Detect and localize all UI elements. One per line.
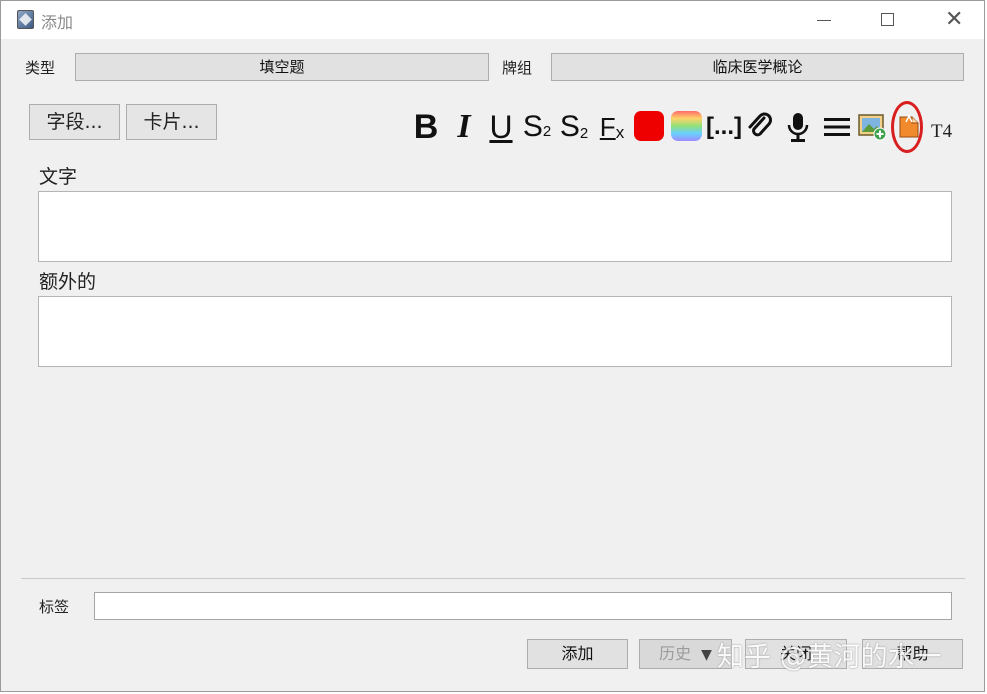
superscript-button[interactable]: S2	[520, 107, 554, 147]
change-color-button[interactable]	[671, 111, 702, 141]
deck-button[interactable]: 临床医学概论	[551, 53, 964, 81]
menu-icon[interactable]	[819, 107, 855, 147]
app-icon	[17, 10, 34, 29]
clear-format-mark: x	[615, 123, 625, 142]
cloze-button[interactable]: [...]	[706, 107, 742, 147]
field-editor-extra[interactable]	[38, 296, 952, 367]
text-color-button[interactable]	[634, 111, 664, 141]
italic-button[interactable]: I	[451, 107, 477, 147]
superscript-mark: 2	[542, 122, 552, 140]
minimize-button[interactable]	[801, 5, 847, 35]
add-dialog: 添加 ✕ 类型 填空题 牌组 临床医学概论 字段... 卡片... B I U …	[0, 0, 985, 692]
underline-button[interactable]: U	[485, 107, 517, 147]
field-editor-text[interactable]	[38, 191, 952, 262]
minimize-icon	[817, 20, 831, 21]
tags-input[interactable]	[94, 592, 952, 620]
maximize-button[interactable]	[865, 5, 911, 35]
superscript-letter: S	[522, 110, 543, 143]
subscript-button[interactable]: S2	[556, 107, 592, 147]
field-label-text: 文字	[39, 166, 78, 188]
deck-label: 牌组	[502, 59, 533, 77]
history-label: 历史	[659, 644, 692, 663]
t4-label: T4	[931, 121, 953, 142]
divider	[21, 578, 965, 579]
close-icon: ✕	[945, 7, 964, 32]
watermark: 知乎 @黄河的水一	[717, 642, 942, 673]
window-title: 添加	[41, 13, 74, 32]
field-label-extra: 额外的	[39, 271, 97, 293]
fields-button[interactable]: 字段...	[29, 104, 120, 140]
note-type-button[interactable]: 填空题	[75, 53, 489, 81]
subscript-mark: 2	[579, 124, 589, 142]
chevron-down-icon: ▼	[701, 647, 712, 663]
image-occlusion-icon[interactable]	[858, 113, 888, 141]
microphone-icon[interactable]	[783, 107, 813, 147]
clear-format-letter: F	[599, 111, 616, 142]
clear-format-button[interactable]: Fx	[595, 107, 629, 147]
maximize-icon	[881, 13, 894, 26]
bold-button[interactable]: B	[411, 107, 441, 147]
subscript-letter: S	[559, 110, 580, 143]
title-bar: 添加 ✕	[1, 1, 984, 39]
close-window-button[interactable]: ✕	[931, 5, 977, 35]
add-button[interactable]: 添加	[527, 639, 628, 669]
highlight-circle	[891, 101, 923, 153]
type-label: 类型	[25, 59, 56, 77]
tags-label: 标签	[39, 598, 70, 616]
paperclip-icon[interactable]	[743, 107, 777, 147]
cards-button[interactable]: 卡片...	[126, 104, 217, 140]
